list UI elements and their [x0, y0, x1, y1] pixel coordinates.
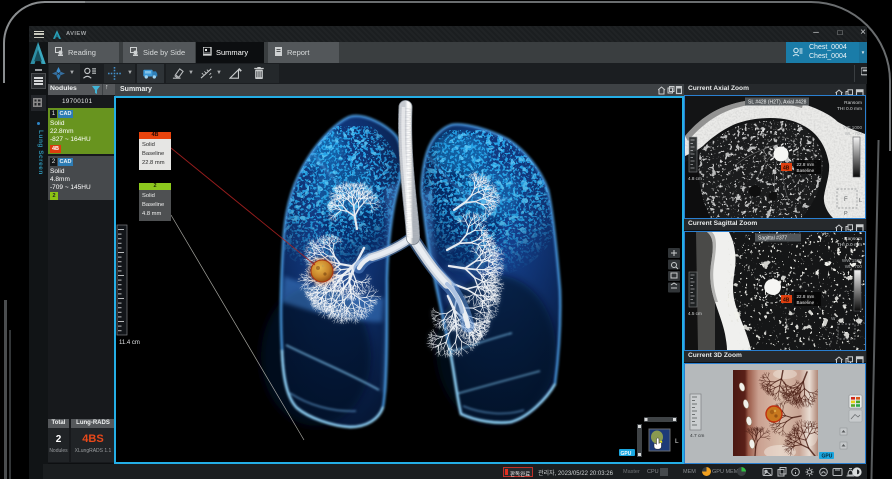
svg-text:4.7 cm: 4.7 cm	[690, 433, 704, 439]
svg-text:4.8 cm: 4.8 cm	[688, 176, 702, 181]
svg-text:F: F	[844, 197, 848, 203]
svg-text:L: L	[675, 438, 679, 445]
svg-text:GPU: GPU	[621, 451, 632, 457]
svg-text:4.5 cm: 4.5 cm	[688, 311, 702, 316]
svg-text:Baseline: Baseline	[797, 168, 815, 173]
svg-text:Ransom: Ransom	[844, 236, 862, 242]
svg-text:4B: 4B	[783, 166, 790, 172]
svg-text:P: P	[844, 211, 848, 217]
svg-text:11.4 cm: 11.4 cm	[119, 340, 140, 346]
svg-text:4B: 4B	[783, 298, 790, 304]
svg-text:L: L	[859, 198, 862, 204]
svg-text:W: W	[831, 316, 836, 321]
svg-text:Sagittal #377: Sagittal #377	[758, 236, 787, 242]
svg-text:22.8 mm: 22.8 mm	[797, 162, 815, 167]
svg-text:GPU: GPU	[822, 454, 833, 460]
svg-text:THI 0.0 mm: THI 0.0 mm	[837, 242, 862, 248]
svg-text:SL #428 (H2T), Axial #428: SL #428 (H2T), Axial #428	[748, 100, 807, 106]
svg-text:22.8 mm: 22.8 mm	[797, 294, 815, 299]
svg-text:L: L	[844, 331, 847, 337]
svg-text:WL -700: WL -700	[845, 131, 863, 136]
svg-text:Ransom: Ransom	[844, 100, 862, 106]
svg-text:Baseline: Baseline	[797, 300, 815, 305]
svg-text:WL -700: WL -700	[845, 264, 863, 269]
svg-text:THI 0.0 mm: THI 0.0 mm	[837, 106, 862, 112]
svg-text:WW 1500: WW 1500	[842, 258, 863, 263]
svg-text:WF 1000: WF 1000	[843, 125, 862, 130]
